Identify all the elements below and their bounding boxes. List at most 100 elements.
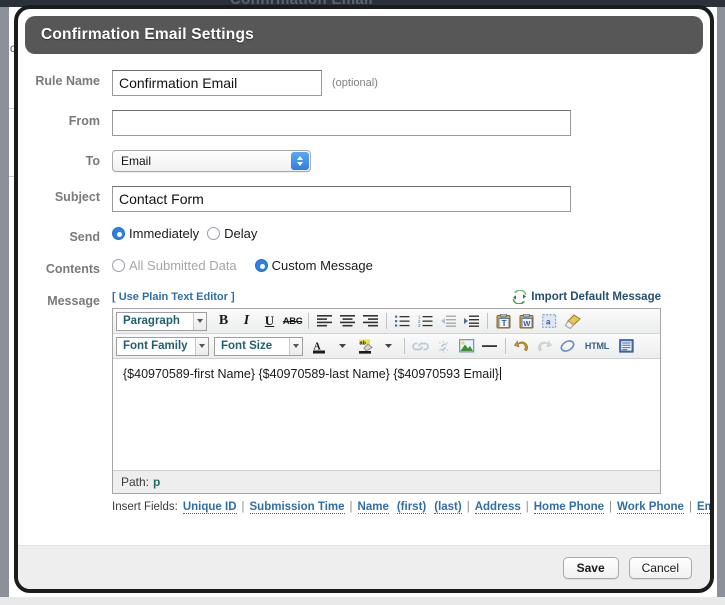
insert-link-button[interactable] (410, 336, 431, 356)
send-option-delay-label: Delay (224, 226, 258, 241)
confirmation-email-settings-dialog: Confirmation Email Settings Rule Name (o… (14, 5, 714, 593)
send-option-immediately[interactable]: Immediately (112, 226, 199, 241)
text-cursor (499, 367, 501, 380)
insert-image-button[interactable] (456, 336, 477, 356)
insert-field-email[interactable]: Email (696, 501, 710, 514)
sync-icon (512, 289, 527, 305)
eraser-button[interactable] (557, 336, 578, 356)
redo-button[interactable] (534, 336, 555, 356)
insert-field-work-phone[interactable]: Work Phone (617, 501, 684, 514)
dialog-footer: Save Cancel (18, 545, 710, 589)
align-center-button[interactable] (337, 311, 358, 331)
paste-from-word-button[interactable]: W (516, 311, 537, 331)
separator: | (525, 501, 529, 513)
separator: | (609, 501, 613, 513)
radio-selected-icon[interactable] (112, 227, 125, 240)
toolbar-separator (308, 313, 309, 329)
unlink-button[interactable] (433, 336, 454, 356)
insert-field-home-phone[interactable]: Home Phone (533, 501, 605, 514)
indent-button[interactable] (461, 311, 482, 331)
rule-name-optional-hint: (optional) (332, 77, 378, 89)
template-button[interactable] (616, 336, 637, 356)
font-family-dropdown[interactable]: Font Family (116, 336, 209, 356)
svg-text:W: W (523, 319, 531, 328)
send-option-delay[interactable]: Delay (207, 226, 257, 241)
message-label: Message (47, 294, 100, 308)
chevron-updown-icon[interactable] (291, 152, 309, 170)
subject-label: Subject (54, 190, 100, 204)
contents-option-custom-message[interactable]: Custom Message (254, 258, 373, 273)
radio-unselected-icon[interactable] (112, 259, 125, 272)
insert-field-submission-time[interactable]: Submission Time (249, 501, 345, 514)
align-right-button[interactable] (360, 311, 381, 331)
highlight-color-button[interactable]: ab (355, 336, 376, 356)
clear-formatting-button[interactable] (562, 311, 583, 331)
horizontal-rule-button[interactable] (479, 336, 500, 356)
bullet-list-button[interactable] (392, 311, 413, 331)
toolbar-separator (404, 338, 405, 354)
to-select-value: Email (121, 154, 152, 168)
svg-text:ab: ab (359, 340, 366, 346)
outdent-button[interactable] (438, 311, 459, 331)
send-label: Send (69, 230, 100, 244)
radio-selected-icon[interactable] (254, 259, 268, 272)
html-source-button[interactable]: HTML (580, 336, 614, 356)
contents-option-all-submitted-data[interactable]: All Submitted Data (112, 258, 237, 273)
field-row-contents: Contents All Submitted Data Custom Messa… (18, 258, 710, 276)
insert-fields-label: Insert Fields: (112, 501, 178, 513)
rule-name-input[interactable] (112, 70, 322, 96)
select-all-button[interactable]: a (539, 311, 560, 331)
text-color-button[interactable]: A (309, 336, 330, 356)
numbered-list-button[interactable]: 1 2 3 (415, 311, 436, 331)
toolbar-separator (487, 313, 488, 329)
separator: | (466, 501, 470, 513)
field-row-rule-name: Rule Name (optional) (18, 70, 710, 96)
paste-as-text-button[interactable]: T (493, 311, 514, 331)
path-label: Path: (121, 475, 150, 489)
font-size-dropdown[interactable]: Font Size (214, 336, 303, 356)
editor-content-area[interactable]: {$40970589-first Name} {$40970589-last N… (113, 359, 660, 471)
send-radio-group: Immediately Delay (112, 226, 265, 241)
undo-button[interactable] (511, 336, 532, 356)
insert-field-unique-id[interactable]: Unique ID (182, 501, 237, 514)
radio-unselected-icon[interactable] (207, 227, 221, 240)
use-plain-text-editor-link[interactable]: [ Use Plain Text Editor ] (112, 291, 235, 303)
text-color-dropdown-arrow[interactable] (332, 336, 353, 356)
separator: | (349, 501, 353, 513)
italic-button[interactable]: I (236, 311, 257, 331)
html-source-label: HTML (584, 341, 610, 351)
chevron-down-icon[interactable] (193, 312, 206, 330)
highlight-color-dropdown-arrow[interactable] (378, 336, 399, 356)
subject-input[interactable] (112, 186, 571, 212)
rich-text-editor: Paragraph B I U ABC 1 2 3 T W a Font Fam… (112, 308, 661, 494)
from-input[interactable] (112, 110, 571, 136)
chevron-down-icon[interactable] (195, 337, 208, 355)
dialog-body: Rule Name (optional) From To Email (18, 54, 710, 552)
cancel-button[interactable]: Cancel (628, 556, 692, 579)
dialog-titlebar: Confirmation Email Settings (25, 16, 703, 54)
strikethrough-button[interactable]: ABC (282, 311, 303, 331)
path-value[interactable]: p (153, 475, 160, 489)
import-default-message-button[interactable]: Import Default Message (512, 289, 661, 305)
toolbar-separator (386, 313, 387, 329)
align-left-button[interactable] (314, 311, 335, 331)
editor-path-bar: Path: p (113, 471, 660, 493)
insert-field-last[interactable]: (last) (434, 501, 462, 514)
send-option-immediately-label: Immediately (129, 226, 200, 241)
underline-button[interactable]: U (259, 311, 280, 331)
chevron-down-icon[interactable] (289, 337, 302, 355)
to-label: To (85, 154, 100, 168)
paragraph-style-dropdown[interactable]: Paragraph (116, 311, 207, 331)
insert-field-first[interactable]: (first) (396, 501, 427, 514)
to-select[interactable]: Email (112, 150, 311, 172)
insert-field-name[interactable]: Name (357, 501, 389, 514)
save-button[interactable]: Save (562, 556, 619, 579)
font-family-value: Font Family (123, 340, 188, 352)
field-row-to: To Email (18, 150, 710, 172)
svg-text:a: a (546, 318, 551, 327)
bold-button[interactable]: B (213, 311, 234, 331)
contents-label: Contents (45, 262, 100, 276)
insert-field-address[interactable]: Address (474, 501, 521, 514)
paragraph-style-value: Paragraph (123, 315, 180, 327)
field-row-from: From (18, 110, 710, 136)
